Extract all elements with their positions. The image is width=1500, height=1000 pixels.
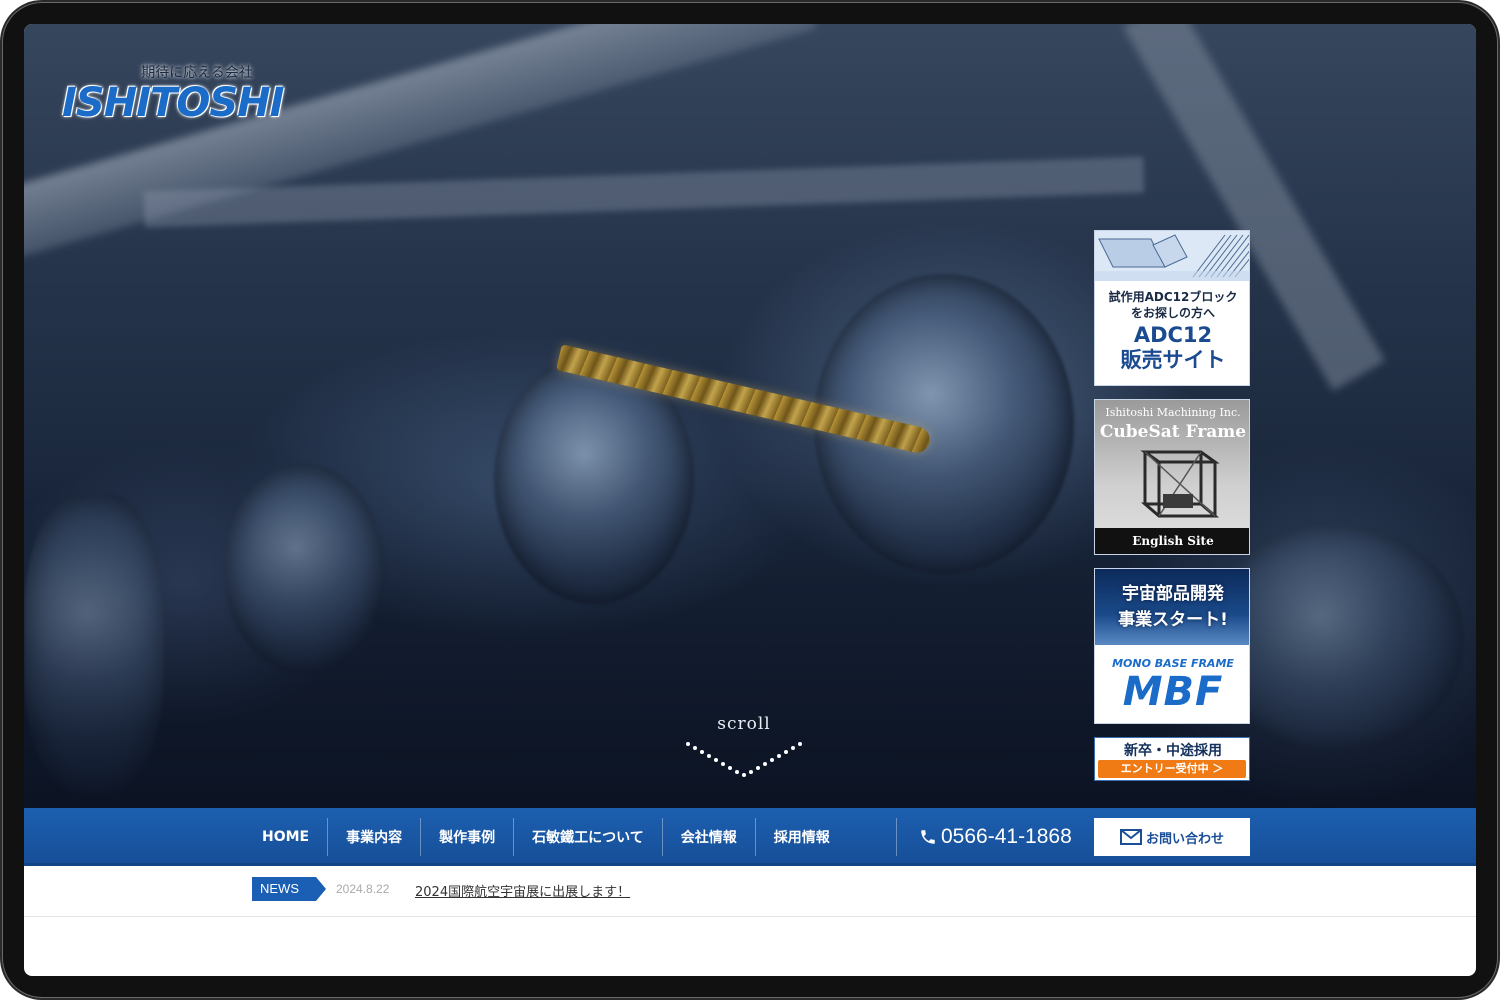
site-logo[interactable]: 期待に応える会社 ISHITOSHI bbox=[62, 62, 302, 132]
nav-item-about[interactable]: 石敏鐵工について bbox=[514, 818, 663, 856]
nav-menu: HOME 事業内容 製作事例 石敏鐵工について 会社情報 採用情報 bbox=[244, 818, 848, 856]
phone-number-link[interactable]: 0566-41-1868 bbox=[896, 818, 1072, 856]
device-frame: 期待に応える会社 ISHITOSHI scroll 試作用ADC12ブロック を… bbox=[0, 0, 1500, 1000]
phone-number: 0566-41-1868 bbox=[941, 825, 1072, 848]
mbf-banner-headline: 宇宙部品開発 事業スタート! bbox=[1095, 581, 1249, 633]
adc12-banner-title: ADC12 販売サイト bbox=[1095, 323, 1249, 373]
news-ticker: NEWS 2024.8.22 2024国際航空宇宙展に出展します！ bbox=[24, 869, 1476, 917]
cubesat-title: CubeSat Frame bbox=[1099, 422, 1247, 442]
cubesat-frame-image bbox=[1140, 450, 1220, 518]
nav-item-company[interactable]: 会社情報 bbox=[663, 818, 756, 856]
adc12-banner-line1: 試作用ADC12ブロック bbox=[1108, 290, 1238, 304]
cubesat-english-banner[interactable]: Ishitoshi Machining Inc. CubeSat Frame E… bbox=[1094, 399, 1250, 555]
news-badge: NEWS bbox=[252, 877, 326, 901]
scroll-indicator[interactable]: scroll bbox=[684, 714, 804, 784]
adc12-banner-line2: をお探しの方へ bbox=[1130, 306, 1215, 320]
adc12-banner-subtitle: 試作用ADC12ブロック をお探しの方へ bbox=[1095, 289, 1249, 321]
nav-item-home[interactable]: HOME bbox=[244, 818, 329, 856]
logo-tagline: 期待に応える会社 bbox=[141, 65, 253, 81]
cubesat-footer: English Site bbox=[1095, 528, 1249, 554]
hero-video: 期待に応える会社 ISHITOSHI scroll 試作用ADC12ブロック を… bbox=[24, 24, 1476, 808]
mbf-banner-logo: MBF bbox=[1122, 669, 1224, 715]
adc12-banner-line4: 販売サイト bbox=[1120, 348, 1226, 372]
nav-item-cases[interactable]: 製作事例 bbox=[421, 818, 515, 856]
mbf-banner-line2: 事業スタート! bbox=[1118, 610, 1228, 630]
mbf-banner-line1: 宇宙部品開発 bbox=[1122, 584, 1224, 604]
hero-overlay bbox=[24, 24, 1476, 808]
browser-viewport: 期待に応える会社 ISHITOSHI scroll 試作用ADC12ブロック を… bbox=[24, 24, 1476, 976]
scroll-label: scroll bbox=[717, 714, 771, 734]
global-nav: HOME 事業内容 製作事例 石敏鐵工について 会社情報 採用情報 0566-4… bbox=[24, 808, 1476, 866]
recruit-banner[interactable]: 新卒・中途採用 エントリー受付中 ＞ bbox=[1094, 737, 1250, 781]
news-link[interactable]: 2024国際航空宇宙展に出展します！ bbox=[415, 881, 630, 900]
adc12-sales-banner[interactable]: 試作用ADC12ブロック をお探しの方へ ADC12 販売サイト bbox=[1094, 230, 1250, 386]
logo-wordmark: ISHITOSHI bbox=[62, 80, 285, 126]
chevron-down-icon bbox=[686, 742, 802, 777]
nav-item-business[interactable]: 事業内容 bbox=[328, 818, 422, 856]
nav-item-recruit[interactable]: 採用情報 bbox=[756, 818, 848, 856]
phone-icon bbox=[921, 830, 935, 844]
aluminum-block-image bbox=[1095, 231, 1249, 281]
mbf-space-banner[interactable]: 宇宙部品開発 事業スタート! MONO BASE FRAME MBF bbox=[1094, 568, 1250, 724]
mail-icon bbox=[1119, 829, 1142, 845]
recruit-entry-button[interactable]: エントリー受付中 ＞ bbox=[1098, 760, 1246, 778]
contact-button[interactable]: お問い合わせ bbox=[1094, 818, 1250, 856]
contact-label: お問い合わせ bbox=[1145, 831, 1224, 847]
adc12-banner-line3: ADC12 bbox=[1133, 323, 1213, 347]
news-date: 2024.8.22 bbox=[336, 882, 390, 896]
cubesat-company: Ishitoshi Machining Inc. bbox=[1105, 406, 1241, 419]
recruit-banner-title: 新卒・中途採用 bbox=[1124, 743, 1222, 759]
